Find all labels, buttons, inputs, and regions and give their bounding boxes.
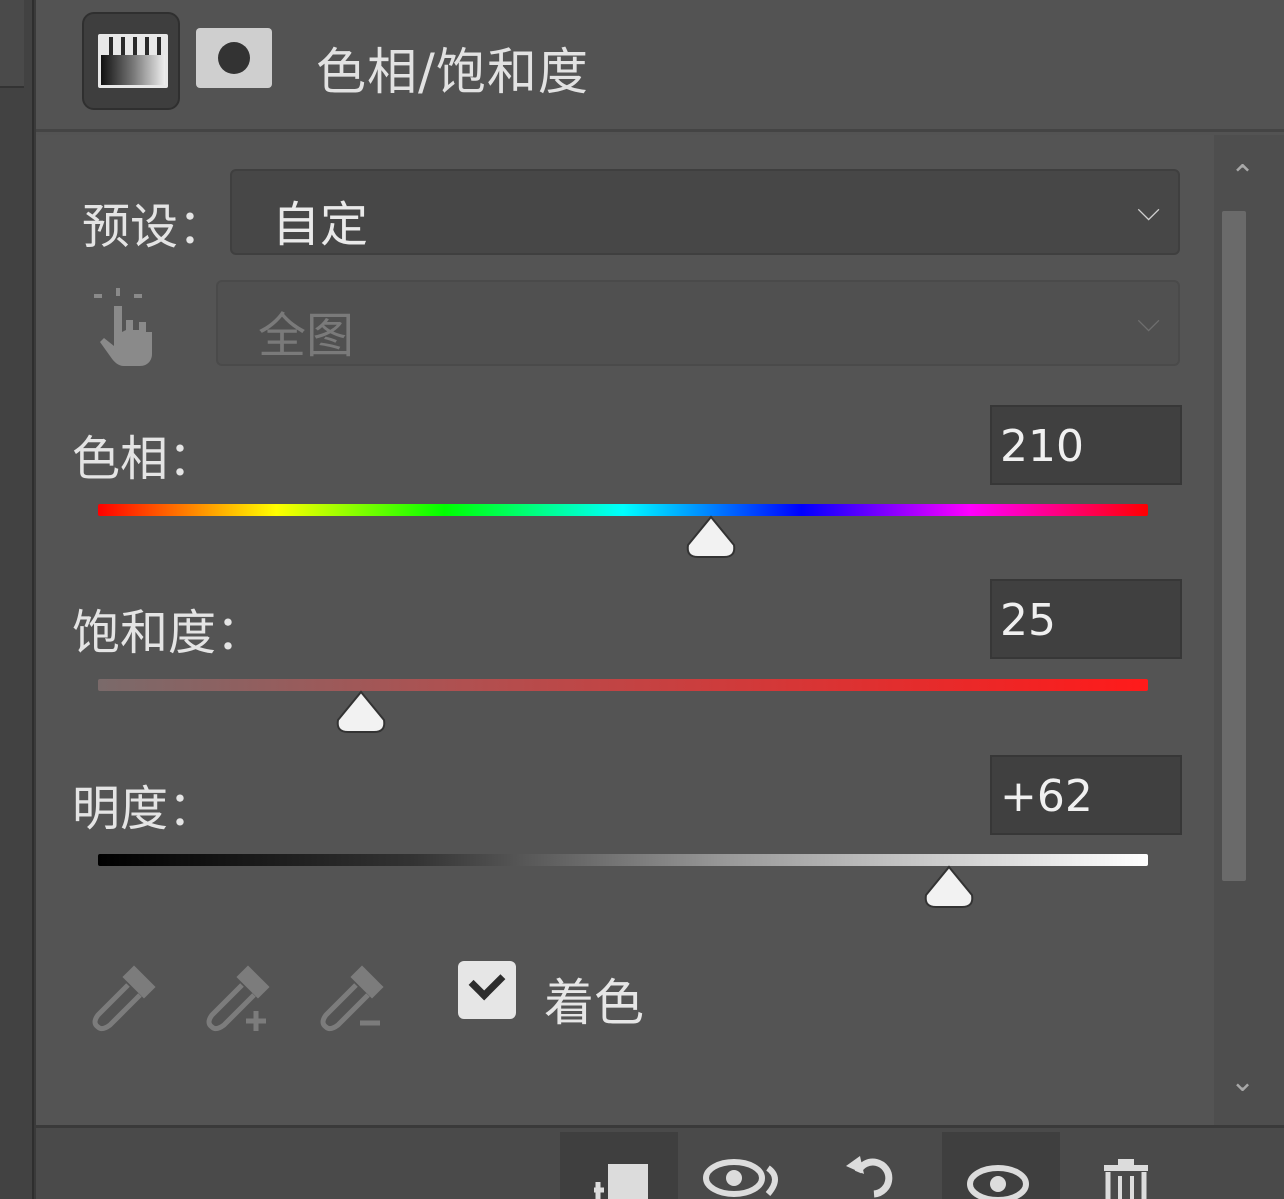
clip-to-layer-icon[interactable]: [560, 1132, 678, 1199]
lightness-input[interactable]: +62: [990, 755, 1182, 835]
view-previous-state-icon[interactable]: [682, 1132, 800, 1199]
colorize-checkbox[interactable]: [458, 961, 516, 1019]
hue-input[interactable]: 210: [990, 405, 1182, 485]
chevron-down-icon: ⌵: [1137, 304, 1160, 339]
chevron-down-icon: ⌵: [1137, 193, 1160, 228]
lightness-slider-track[interactable]: [98, 854, 1148, 866]
hue-label: 色相：: [72, 431, 217, 487]
eyedropper-subtract-icon[interactable]: [312, 961, 388, 1037]
reset-icon[interactable]: [812, 1132, 930, 1199]
mask-icon[interactable]: [196, 28, 272, 88]
lightness-label: 明度：: [72, 781, 217, 837]
saturation-slider-thumb[interactable]: [334, 690, 388, 734]
left-panel-notch: [0, 0, 24, 88]
saturation-value: 25: [1000, 595, 1056, 646]
preset-value: 自定: [272, 197, 369, 253]
preset-dropdown[interactable]: 自定 ⌵: [230, 169, 1180, 255]
range-dropdown: 全图 ⌵: [216, 280, 1180, 366]
range-value: 全图: [258, 308, 355, 364]
adjustment-controls: 预设： 自定 ⌵ 全图 ⌵ 色相： 210 饱和度： 25 明度： +62 着色: [36, 135, 1214, 1125]
hue-slider-track[interactable]: [98, 504, 1148, 516]
hue-slider-thumb[interactable]: [684, 515, 738, 559]
lightness-value: +62: [1000, 771, 1093, 822]
adjustment-layer-icon[interactable]: [82, 12, 180, 110]
preset-label: 预设：: [82, 199, 227, 255]
scrollbar-thumb[interactable]: [1222, 211, 1246, 881]
saturation-label: 饱和度：: [72, 605, 265, 661]
visibility-eye-icon[interactable]: [942, 1132, 1060, 1199]
panel-scrollbar[interactable]: ⌃ ⌄: [1214, 135, 1284, 1125]
chevron-down-icon[interactable]: ⌄: [1230, 1064, 1255, 1099]
hand-adjust-icon[interactable]: [90, 288, 160, 368]
lightness-slider-thumb[interactable]: [922, 865, 976, 909]
eyedropper-icon[interactable]: [84, 961, 160, 1037]
checkmark-icon: [468, 963, 506, 1001]
eyedropper-add-icon[interactable]: [198, 961, 274, 1037]
left-panel-edge: [0, 0, 34, 1199]
properties-panel: 色相/饱和度 预设： 自定 ⌵ 全图 ⌵ 色相： 210 饱和度： 25 明度：…: [36, 0, 1284, 1199]
chevron-up-icon[interactable]: ⌃: [1230, 159, 1255, 194]
saturation-slider-track[interactable]: [98, 679, 1148, 691]
panel-footer: [36, 1125, 1284, 1199]
panel-header: 色相/饱和度: [36, 0, 1284, 132]
colorize-label[interactable]: 着色: [544, 963, 644, 1035]
saturation-input[interactable]: 25: [990, 579, 1182, 659]
hue-value: 210: [1000, 421, 1084, 472]
trash-icon[interactable]: [1066, 1132, 1184, 1199]
panel-title: 色相/饱和度: [316, 43, 589, 101]
